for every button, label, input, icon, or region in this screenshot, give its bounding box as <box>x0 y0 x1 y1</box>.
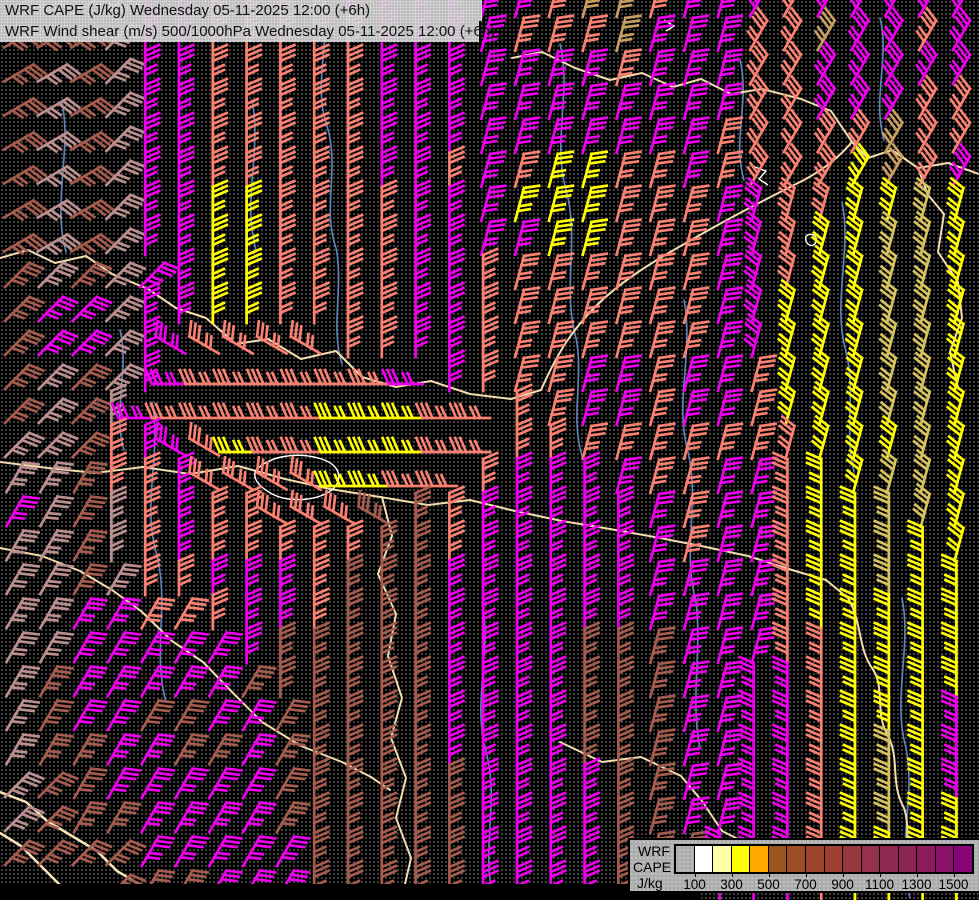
legend-cell <box>916 846 935 872</box>
legend-cell <box>823 846 843 872</box>
legend-tick-label: 1300 <box>901 877 932 892</box>
legend-cell <box>712 846 731 872</box>
legend-cell <box>767 846 787 872</box>
wrf-map: WRF CAPE (J/kg) Wednesday 05-11-2025 12:… <box>0 0 979 900</box>
legend-cell <box>842 846 861 872</box>
legend-label-unit: J/kg <box>637 875 663 891</box>
legend-tick-label: 900 <box>831 877 854 892</box>
legend-label-cape: CAPE <box>633 859 672 875</box>
legend-cell <box>676 846 694 872</box>
legend-tick-label: 1100 <box>864 877 895 892</box>
model-title-cape: WRF CAPE (J/kg) Wednesday 05-11-2025 12:… <box>0 0 482 21</box>
map-bottom-strip <box>0 884 700 900</box>
cape-legend: WRF CAPE J/kg 100 300 500 700 900 1100 1300 150… <box>628 838 979 893</box>
legend-cell <box>804 846 824 872</box>
legend-cell <box>934 846 954 872</box>
legend-cell <box>860 846 880 872</box>
legend-tick-label: 1500 <box>938 877 969 892</box>
model-title-shear: WRF Wind shear (m/s) 500/1000hPa Wednesd… <box>0 21 495 42</box>
legend-cell <box>749 846 768 872</box>
wind-barb-field <box>0 0 979 900</box>
legend-cell <box>786 846 805 872</box>
model-header: WRF CAPE (J/kg) Wednesday 05-11-2025 12:… <box>0 0 495 42</box>
legend-tick-label: 100 <box>683 877 706 892</box>
legend-colorbar <box>674 844 974 874</box>
legend-cell <box>897 846 917 872</box>
legend-tick-label: 500 <box>757 877 780 892</box>
legend-cell <box>693 846 713 872</box>
legend-label-wrf: WRF <box>638 843 670 859</box>
legend-tick-label: 700 <box>794 877 817 892</box>
legend-cell <box>879 846 898 872</box>
legend-tick-label: 300 <box>720 877 743 892</box>
legend-cell <box>730 846 750 872</box>
legend-cell <box>953 846 972 872</box>
